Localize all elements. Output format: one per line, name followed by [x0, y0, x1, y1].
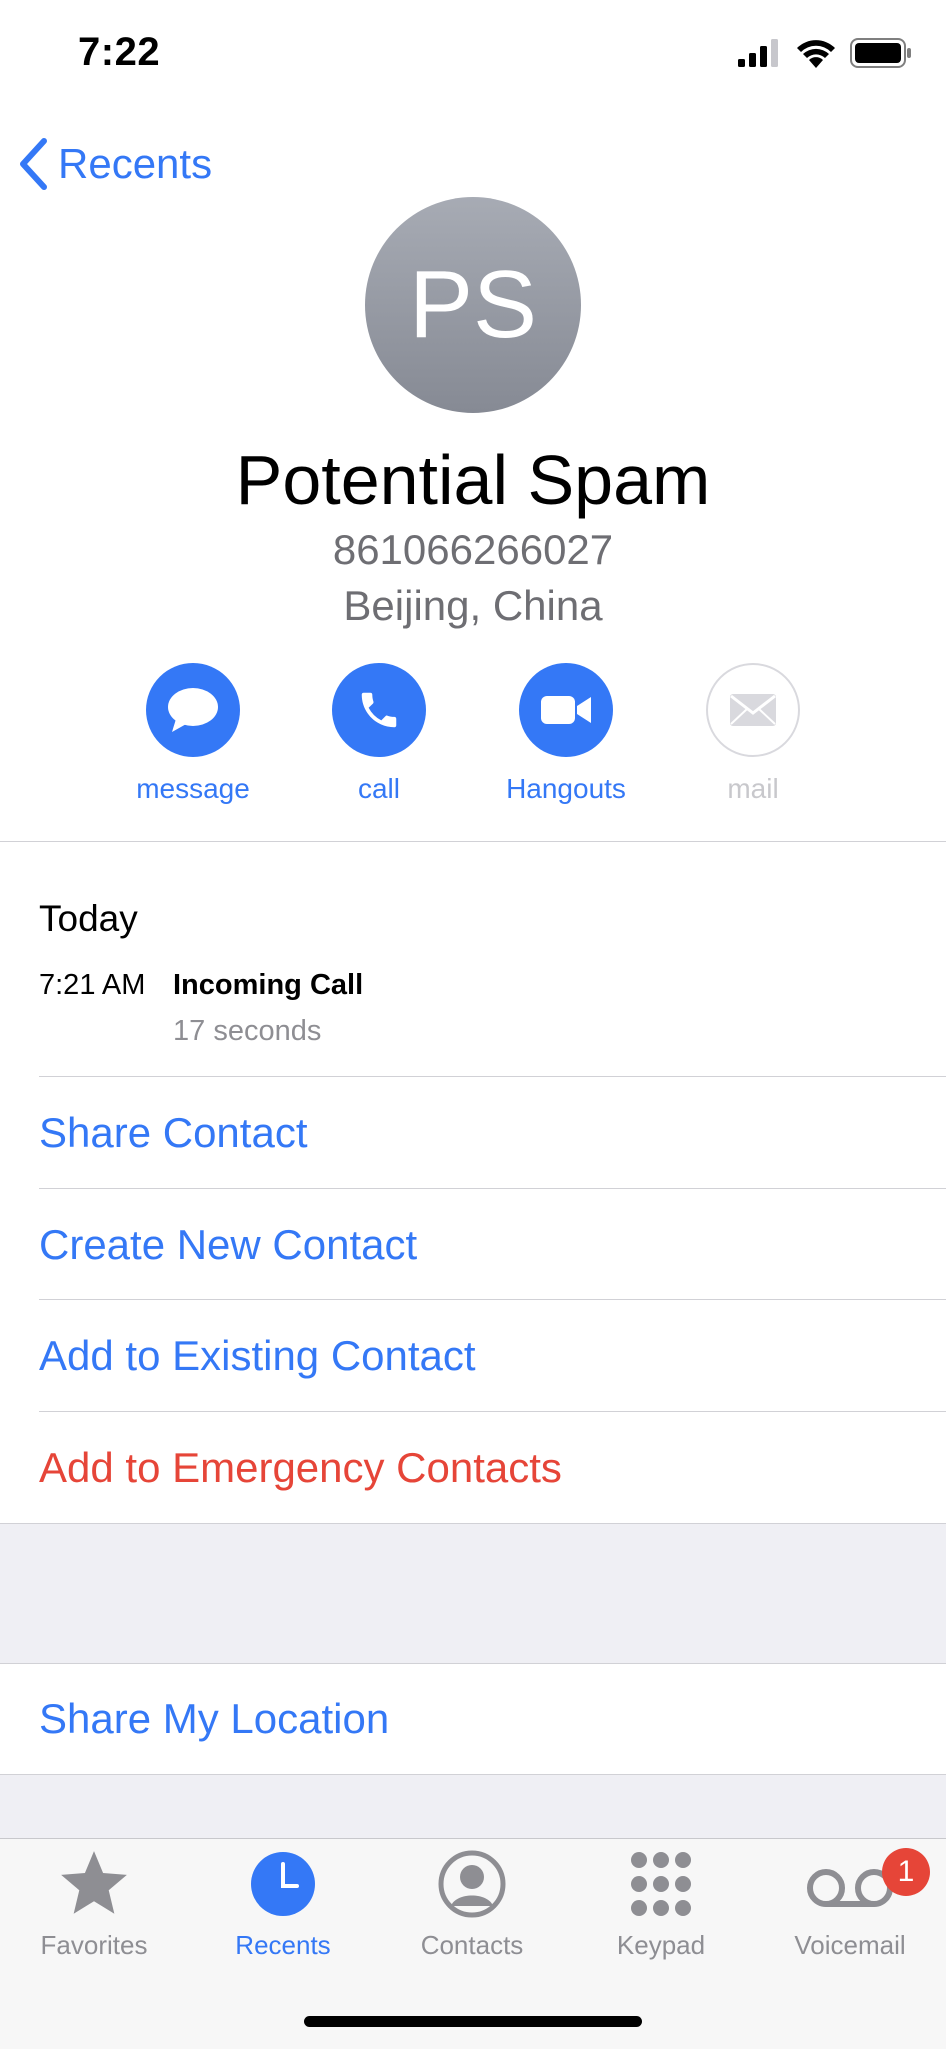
call-button[interactable]: call — [299, 663, 459, 805]
hangouts-label: Hangouts — [506, 773, 626, 804]
tab-recents-label: Recents — [235, 1930, 331, 1960]
home-indicator[interactable] — [304, 2016, 642, 2027]
video-camera-icon — [541, 696, 591, 724]
tab-contacts[interactable]: Contacts — [392, 1848, 552, 1961]
create-new-contact-row[interactable]: Create New Contact — [0, 1189, 946, 1300]
call-duration: 17 seconds — [173, 1015, 322, 1047]
mail-label: mail — [727, 773, 779, 804]
tab-favorites[interactable]: Favorites — [14, 1848, 174, 1961]
mail-button[interactable]: mail — [673, 663, 833, 805]
history-date-header: Today — [39, 898, 138, 939]
tab-voicemail-label: Voicemail — [794, 1930, 906, 1960]
phone-icon — [361, 692, 397, 728]
clock-icon — [251, 1852, 315, 1916]
status-icons — [738, 38, 912, 68]
call-type: Incoming Call — [173, 969, 364, 1001]
bottom-gap — [0, 1774, 946, 1839]
envelope-icon — [730, 694, 776, 726]
status-time: 7:22 — [78, 30, 161, 74]
call-label: call — [357, 773, 400, 804]
back-button[interactable]: Recents — [18, 138, 212, 190]
call-circle — [332, 663, 426, 757]
contact-location: Beijing, China — [343, 582, 603, 629]
section-gap — [0, 1523, 946, 1664]
person-circle-icon — [438, 1850, 506, 1918]
share-my-location-row[interactable]: Share My Location — [0, 1663, 946, 1774]
header-divider — [0, 841, 946, 842]
tab-keypad-label: Keypad — [616, 1930, 706, 1960]
tab-keypad[interactable]: Keypad — [581, 1848, 741, 1961]
share-my-location-label: Share My Location — [39, 1694, 390, 1742]
wifi-icon — [797, 40, 835, 68]
cellular-signal-icon — [738, 39, 778, 67]
contact-name: Potential Spam — [235, 441, 711, 519]
chevron-left-icon — [20, 138, 47, 190]
mail-circle — [706, 663, 800, 757]
tab-contacts-label: Contacts — [420, 1930, 524, 1960]
star-icon — [61, 1851, 127, 1914]
call-time: 7:21 AM — [39, 969, 146, 1001]
tab-recents[interactable]: Recents — [203, 1848, 363, 1961]
add-to-emergency-contacts-row[interactable]: Add to Emergency Contacts — [0, 1412, 946, 1523]
share-contact-row[interactable]: Share Contact — [0, 1077, 946, 1188]
message-bubble-icon — [168, 688, 218, 732]
add-to-existing-contact-row[interactable]: Add to Existing Contact — [0, 1300, 946, 1411]
voicemail-icon — [807, 1869, 893, 1907]
keypad-icon — [631, 1852, 691, 1916]
create-new-contact-label: Create New Contact — [39, 1220, 418, 1268]
back-label: Recents — [58, 140, 213, 187]
voicemail-badge: 1 — [882, 1848, 930, 1896]
add-to-emergency-contacts-label: Add to Emergency Contacts — [39, 1443, 562, 1491]
avatar: PS — [365, 197, 581, 413]
battery-icon — [850, 38, 911, 68]
hangouts-button[interactable]: Hangouts — [486, 663, 646, 805]
message-button[interactable]: message — [113, 663, 273, 805]
add-to-existing-contact-label: Add to Existing Contact — [39, 1331, 476, 1379]
message-label: message — [136, 773, 250, 804]
share-contact-label: Share Contact — [39, 1108, 308, 1156]
contact-number: 861066266027 — [332, 526, 614, 573]
tab-favorites-label: Favorites — [40, 1930, 148, 1960]
message-circle — [146, 663, 240, 757]
hangouts-circle — [519, 663, 613, 757]
